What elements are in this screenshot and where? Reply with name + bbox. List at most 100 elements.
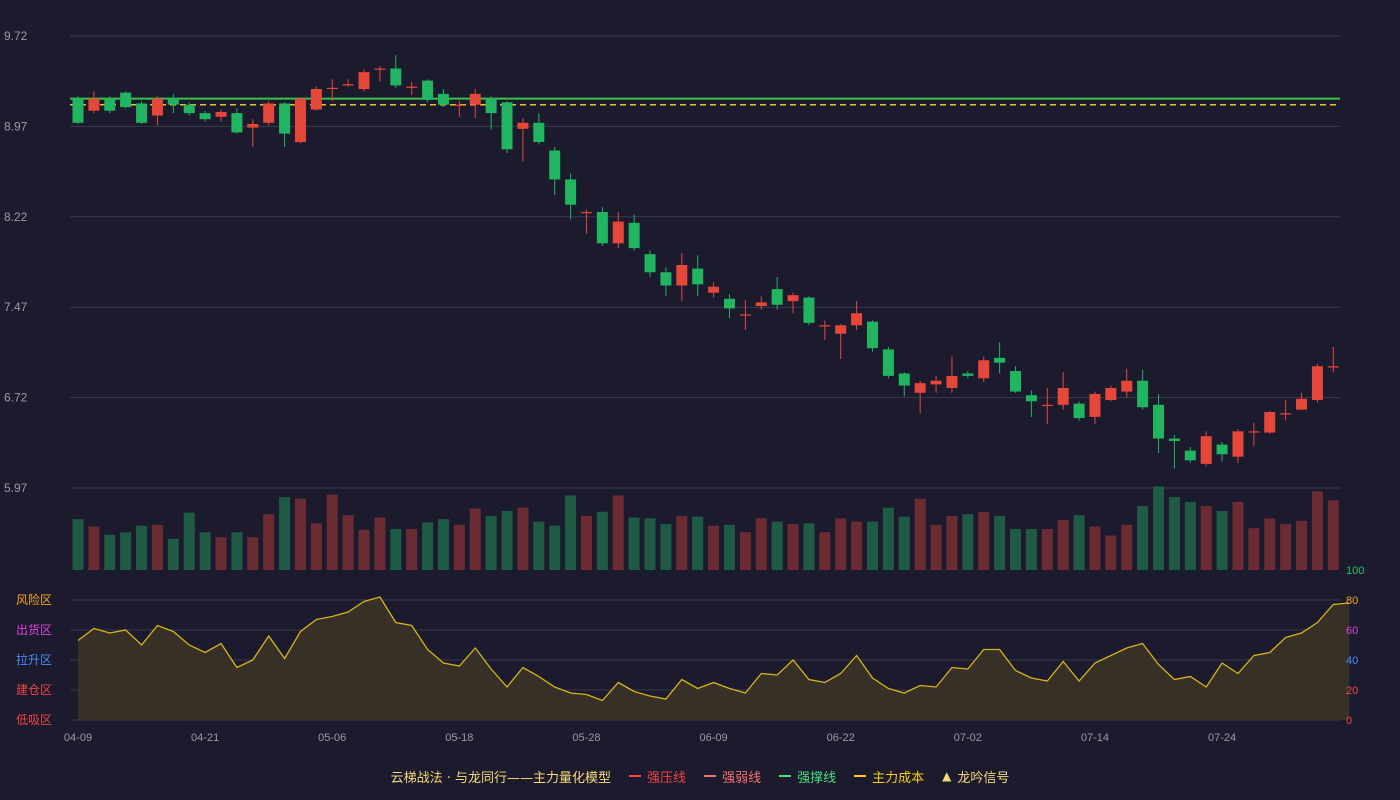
candle-body xyxy=(644,254,656,273)
date-tick-label: 05-18 xyxy=(445,732,473,744)
candle-body xyxy=(723,298,735,309)
price-tick-label: 5.97 xyxy=(4,481,28,495)
volume-bar xyxy=(930,524,942,570)
legend-item-strength[interactable]: 强弱线 xyxy=(704,767,761,786)
candle-body xyxy=(565,179,577,205)
candle xyxy=(1073,401,1085,421)
date-tick-label: 04-21 xyxy=(191,732,219,744)
candle xyxy=(1248,422,1260,446)
legend-item-resistance[interactable]: 强压线 xyxy=(629,767,686,786)
volume-bar xyxy=(771,521,783,570)
candle xyxy=(644,250,656,278)
legend-item-signal[interactable]: ▲ 龙吟信号 xyxy=(942,767,1009,786)
legend-label: 强压线 xyxy=(647,770,687,786)
candle-body xyxy=(1010,371,1022,392)
date-tick-label: 06-09 xyxy=(700,732,728,744)
candle-body xyxy=(1248,431,1260,433)
date-tick-label: 04-09 xyxy=(64,732,92,744)
date-tick-label: 07-24 xyxy=(1208,732,1236,744)
candle xyxy=(565,173,577,220)
candle-body xyxy=(867,321,878,349)
legend-label: 强弱线 xyxy=(722,770,762,786)
volume-bar xyxy=(1105,535,1117,570)
volume-bar xyxy=(819,532,831,570)
candle xyxy=(803,296,815,326)
candle-body xyxy=(962,373,974,376)
candle xyxy=(708,281,720,298)
volume-bar xyxy=(1153,486,1165,570)
candle-body xyxy=(1073,403,1085,419)
candle xyxy=(867,320,878,352)
candle xyxy=(612,211,624,249)
price-tick-label: 7.47 xyxy=(4,300,28,314)
volume-bar xyxy=(215,537,227,570)
price-grid xyxy=(70,35,1340,489)
candle-body xyxy=(310,89,322,110)
volume-bar xyxy=(1184,501,1196,570)
volume-bar xyxy=(231,532,243,570)
candle-body xyxy=(215,111,227,117)
candle xyxy=(882,346,894,379)
legend-title: 云梯战法 · 与龙同行——主力量化模型 xyxy=(390,770,612,786)
volume-bar xyxy=(962,514,974,570)
candle-body xyxy=(1153,404,1165,439)
volume-bar xyxy=(580,515,592,570)
legend-item-cost[interactable]: 主力成本 xyxy=(854,767,924,786)
indicator-tick-label: 60 xyxy=(1346,625,1358,637)
volume-bar xyxy=(533,521,545,570)
candle xyxy=(310,86,322,111)
candle-body xyxy=(914,383,926,393)
candle-body xyxy=(755,302,767,306)
volume-bar xyxy=(1073,515,1085,570)
indicator-zone-labels: 风险区出货区拉升区建仓区低吸区 xyxy=(16,592,52,727)
candle-body xyxy=(1168,438,1180,441)
volume-bar xyxy=(1057,519,1069,570)
date-tick-label: 07-02 xyxy=(954,732,982,744)
candle xyxy=(1327,346,1339,373)
volume-bar xyxy=(422,522,434,570)
candle-body xyxy=(1121,380,1133,392)
candle xyxy=(771,277,783,310)
price-tick-label: 9.72 xyxy=(4,29,28,43)
candle-body xyxy=(326,87,338,90)
legend-label: 龙吟信号 xyxy=(957,770,1010,786)
candle xyxy=(279,102,291,147)
candle xyxy=(549,146,561,196)
candle-body xyxy=(1280,413,1292,415)
volume-bar xyxy=(406,529,418,570)
volume-bar xyxy=(437,519,449,570)
indicator-tick-label: 0 xyxy=(1346,715,1352,727)
volume-bar xyxy=(739,532,751,570)
legend-label: 强撑线 xyxy=(797,770,837,786)
candle-body xyxy=(183,104,195,114)
candle-body xyxy=(453,104,465,106)
candle xyxy=(517,117,529,162)
candle xyxy=(199,110,211,122)
volume-bar xyxy=(120,532,132,570)
candle-body xyxy=(263,103,275,123)
candle-body xyxy=(279,103,291,134)
volume-bar xyxy=(390,529,402,570)
volume-bar xyxy=(1311,491,1323,570)
legend-item-support[interactable]: 强撑线 xyxy=(779,767,836,786)
candle-body xyxy=(517,122,529,129)
candle xyxy=(914,380,926,414)
volume-bar xyxy=(660,524,672,570)
volume-bar xyxy=(501,510,513,570)
volume-bar xyxy=(1010,529,1022,570)
zone-label: 建仓区 xyxy=(16,683,52,697)
candle xyxy=(739,299,751,331)
volume-bar xyxy=(1216,510,1228,570)
candle xyxy=(374,66,386,82)
volume-bar xyxy=(644,518,656,570)
zone-label: 风险区 xyxy=(16,592,52,607)
date-tick-label: 07-14 xyxy=(1081,732,1109,744)
volume-bar xyxy=(1168,497,1180,570)
candle-body xyxy=(739,314,751,316)
candle xyxy=(469,89,481,118)
candle xyxy=(676,252,688,302)
candle-body xyxy=(199,113,211,120)
candle xyxy=(930,375,942,393)
candle xyxy=(978,356,990,382)
candle-body xyxy=(676,265,688,286)
